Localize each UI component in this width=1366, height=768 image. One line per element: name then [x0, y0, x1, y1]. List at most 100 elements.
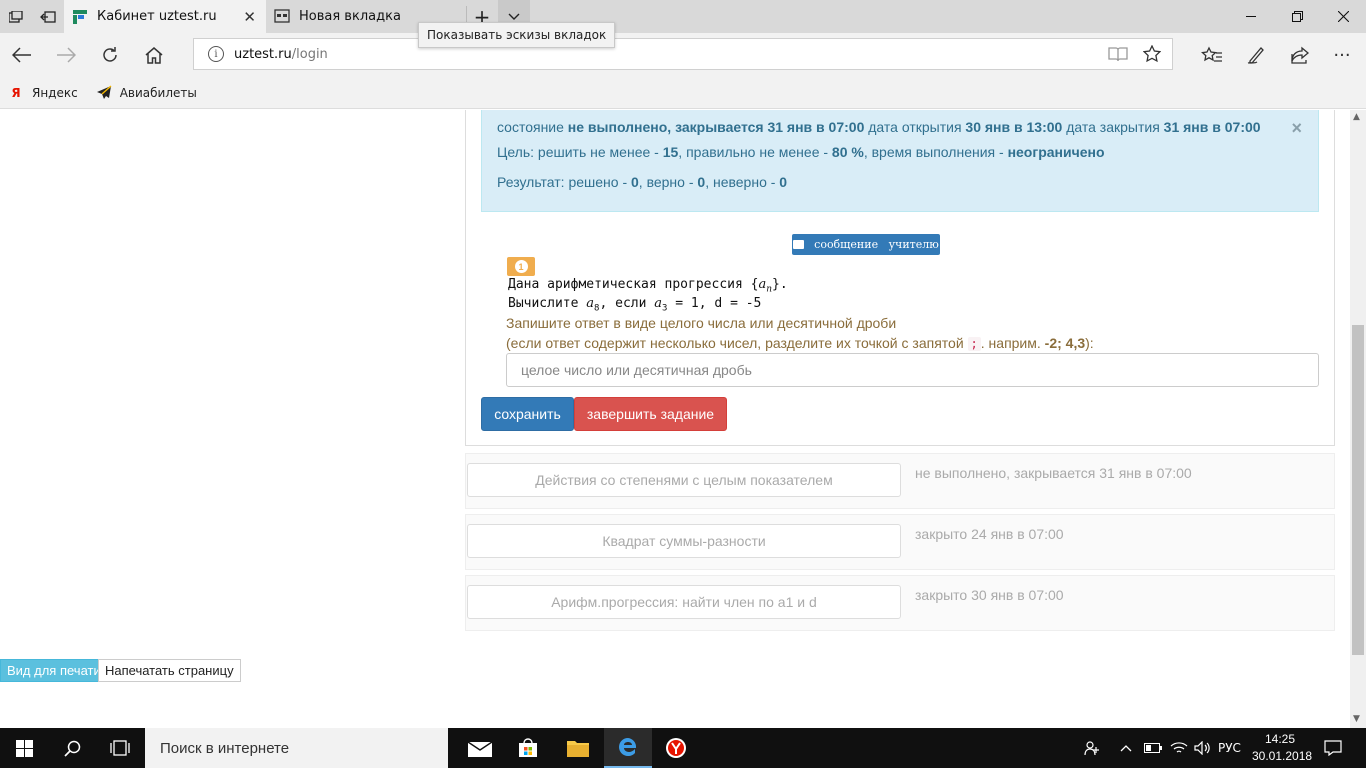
minimize-icon[interactable]: [1228, 0, 1274, 33]
close-date-value: 31 янв в 07:00: [1163, 119, 1261, 135]
task-status: не выполнено, закрывается 31 янв в 07:00: [915, 465, 1192, 481]
people-icon[interactable]: [1084, 728, 1100, 768]
tab-uztest[interactable]: Кабинет uztest.ru ✕: [64, 0, 266, 33]
yandex-browser-icon[interactable]: [652, 728, 700, 768]
site-info-icon[interactable]: i: [208, 46, 224, 62]
goal-correct-label: , правильно не менее -: [678, 144, 829, 160]
home-icon[interactable]: [134, 39, 174, 71]
refresh-icon[interactable]: [90, 39, 130, 71]
input-language[interactable]: РУС: [1218, 728, 1241, 768]
file-explorer-icon[interactable]: [554, 728, 602, 768]
scroll-up-icon[interactable]: ▲: [1353, 112, 1360, 122]
back-arrow-icon[interactable]: [2, 39, 42, 71]
state-value: не выполнено, закрывается 31 янв в 07:00: [567, 119, 865, 135]
favorite-flights[interactable]: Авиабилеты: [96, 84, 197, 101]
favorites-hub-icon[interactable]: [1192, 39, 1232, 71]
hint-text: ):: [1085, 335, 1094, 351]
goal-label: Цель: решить не менее -: [497, 144, 659, 160]
volume-icon[interactable]: [1194, 728, 1210, 768]
web-note-pen-icon[interactable]: [1236, 39, 1276, 71]
set-tabs-aside-icon[interactable]: [32, 0, 64, 33]
favorites-bar: Я Яндекс Авиабилеты: [0, 77, 1366, 109]
task-number: 1: [514, 260, 528, 273]
var-a: a: [654, 296, 663, 311]
finish-task-button[interactable]: завершить задание: [574, 397, 727, 431]
battery-icon[interactable]: [1144, 728, 1162, 768]
goal-solve-value: 15: [662, 144, 679, 160]
goal-correct-value: 80 %: [831, 144, 864, 160]
print-page-button[interactable]: Напечатать страницу: [98, 659, 241, 682]
show-hidden-icons-chevron-icon[interactable]: [1120, 728, 1132, 768]
page-viewport: состояние не выполнено, закрывается 31 я…: [0, 110, 1350, 728]
store-icon[interactable]: [504, 728, 552, 768]
save-button[interactable]: сохранить: [481, 397, 574, 431]
mail-icon[interactable]: [456, 728, 504, 768]
clock-date: 30.01.2018: [1252, 749, 1313, 763]
page-scrollbar[interactable]: ▲ ▼: [1350, 110, 1366, 728]
more-options-icon[interactable]: ···: [1322, 39, 1362, 71]
tab-title: Кабинет uztest.ru: [97, 9, 217, 24]
task-link-button[interactable]: Арифм.прогрессия: найти член по а1 и d: [467, 585, 901, 619]
result-line: Результат: решено - 0, верно - 0, неверн…: [497, 174, 787, 190]
address-bar[interactable]: i uztest.ru/login: [193, 38, 1173, 70]
reading-view-icon[interactable]: [1102, 39, 1134, 69]
scrollbar-thumb[interactable]: [1352, 325, 1364, 655]
new-tab-favicon-icon: [274, 8, 290, 25]
task-list-item: Действия со степенями с целым показателе…: [465, 453, 1335, 509]
task-link-button[interactable]: Действия со степенями с целым показателе…: [467, 463, 901, 497]
action-center-icon[interactable]: [1324, 728, 1342, 768]
open-date-label: дата открытия: [868, 119, 962, 135]
edge-browser-icon[interactable]: [604, 728, 652, 768]
message-teacher-button[interactable]: сообщение учителю: [792, 234, 940, 255]
print-view-button[interactable]: Вид для печати: [0, 659, 108, 682]
separator-code: ;: [967, 337, 981, 351]
var-a: a: [586, 296, 595, 311]
windows-start-icon[interactable]: [0, 728, 48, 768]
taskbar: Поиск в интернете РУС 14:25 30.01.2018: [0, 728, 1366, 768]
status-alert: состояние не выполнено, закрывается 31 я…: [481, 110, 1319, 212]
result-wrong-label: , неверно -: [705, 174, 776, 190]
hint-text: (если ответ содержит несколько чисел, ра…: [506, 335, 968, 351]
address-host: uztest.ru: [234, 46, 292, 62]
taskbar-search-input[interactable]: Поиск в интернете: [145, 728, 448, 768]
navigation-bar: i uztest.ru/login ···: [0, 33, 1366, 77]
wifi-icon[interactable]: [1170, 728, 1188, 768]
close-alert-icon[interactable]: ×: [1291, 118, 1302, 139]
status-line: состояние не выполнено, закрывается 31 я…: [497, 119, 1261, 135]
tab-actions-icon[interactable]: [0, 0, 32, 33]
task-statement-line2: Вычислите a8, если a3 = 1, d = -5: [508, 296, 761, 314]
favorite-label: Авиабилеты: [119, 85, 197, 100]
task-link-button[interactable]: Квадрат суммы-разности: [467, 524, 901, 558]
task-number-badge: 1: [507, 257, 535, 276]
result-wrong-value: 0: [779, 174, 788, 190]
goal-time-label: , время выполнения -: [863, 144, 1004, 160]
task-view-icon[interactable]: [96, 728, 144, 768]
task-statement-line1: Дана арифметическая прогрессия {an}.: [508, 277, 788, 295]
close-window-icon[interactable]: [1320, 0, 1366, 33]
statement-end: }.: [772, 277, 788, 292]
task-list-item: Квадрат суммы-разности закрыто 24 янв в …: [465, 514, 1335, 570]
tab-previews-tooltip: Показывать эскизы вкладок: [418, 22, 616, 48]
state-label: состояние: [497, 119, 564, 135]
share-icon[interactable]: [1280, 39, 1320, 71]
goal-line: Цель: решить не менее - 15, правильно не…: [497, 144, 1105, 160]
statement-text: Дана арифметическая прогрессия {: [508, 277, 759, 292]
restore-icon[interactable]: [1274, 0, 1320, 33]
system-clock[interactable]: 14:25 30.01.2018: [1252, 731, 1313, 765]
task-status: закрыто 24 янв в 07:00: [915, 526, 1064, 542]
search-icon[interactable]: [48, 728, 96, 768]
hint-example: -2; 4,3: [1044, 335, 1086, 351]
yandex-icon: Я: [11, 85, 21, 100]
close-tab-icon[interactable]: ✕: [243, 8, 256, 26]
address-path: /login: [291, 46, 328, 62]
favorite-yandex[interactable]: Я Яндекс: [8, 85, 77, 101]
result-label: Результат: решено -: [497, 174, 628, 190]
answer-hint-multi: (если ответ содержит несколько чисел, ра…: [506, 335, 1094, 351]
forward-arrow-icon[interactable]: [46, 39, 86, 71]
add-favorite-star-icon[interactable]: [1136, 39, 1168, 69]
scroll-down-icon[interactable]: ▼: [1353, 714, 1360, 724]
answer-input[interactable]: [506, 353, 1319, 387]
clock-time: 14:25: [1264, 732, 1296, 746]
uztest-favicon-icon: [72, 9, 88, 25]
answer-hint: Запишите ответ в виде целого числа или д…: [506, 315, 897, 331]
